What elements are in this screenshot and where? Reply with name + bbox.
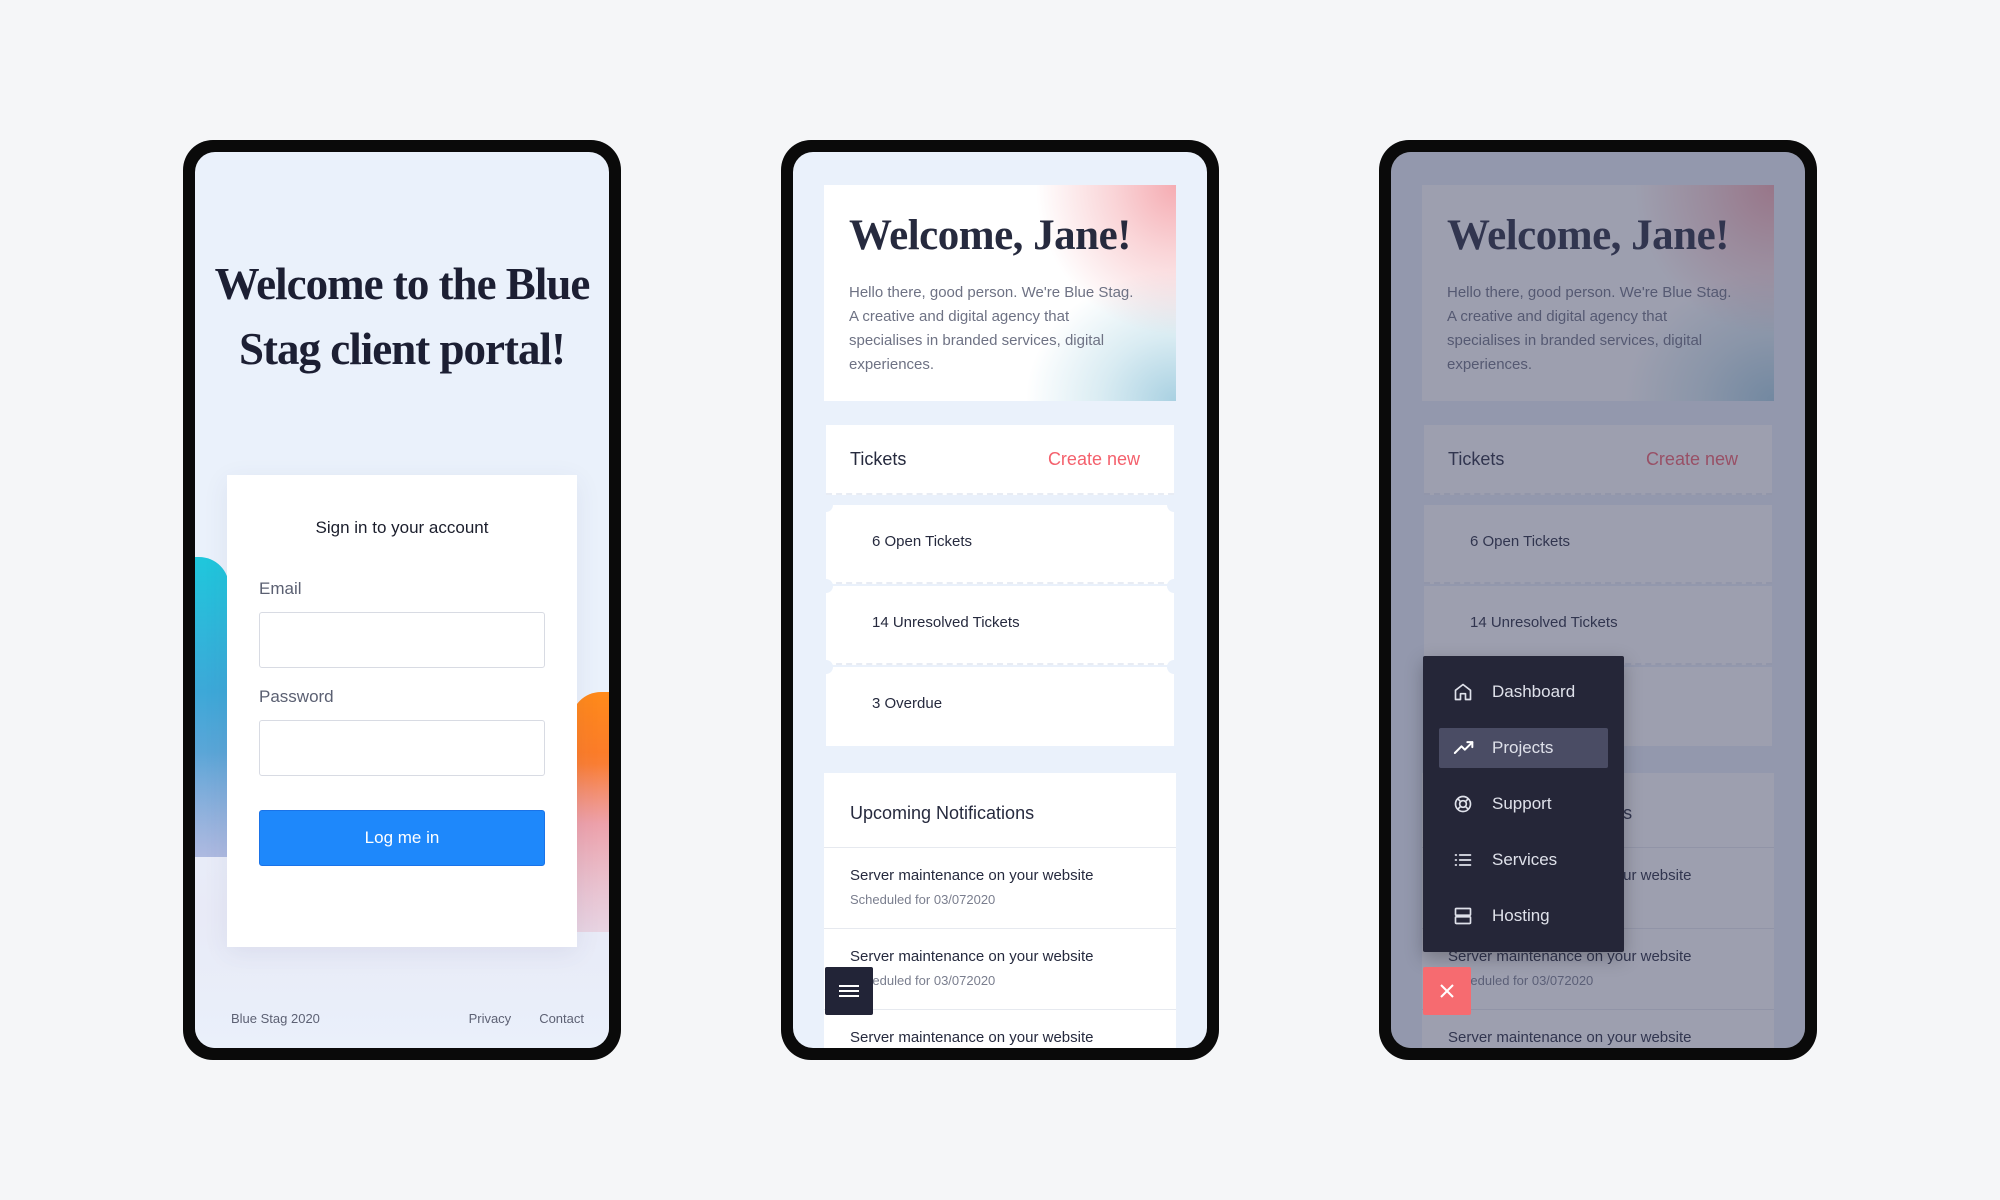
- notification-item[interactable]: Server maintenance on your website Sched…: [850, 948, 1093, 988]
- tickets-header: Tickets Create new: [826, 425, 1174, 495]
- nav-item-label: Services: [1492, 850, 1558, 869]
- welcome-title: Welcome, Jane!: [849, 212, 1131, 259]
- notifications-title: Upcoming Notifications: [850, 803, 1035, 823]
- login-footer: Blue Stag 2020 Privacy Contact: [231, 1011, 584, 1026]
- notification-subtitle: Scheduled for 03/072020: [850, 973, 996, 988]
- divider: [824, 1009, 1176, 1010]
- login-page-title: Welcome to the Blue Stag client portal!: [214, 259, 591, 374]
- ticket-row-open[interactable]: 6 Open Tickets: [826, 505, 1174, 584]
- ticket-notch: [819, 660, 833, 674]
- login-card: Sign in to your account Email Password L…: [227, 475, 577, 947]
- notification-title: Server maintenance on your website: [850, 1029, 1094, 1046]
- nav-item-services[interactable]: Services: [1439, 840, 1608, 880]
- login-card-title: Sign in to your account: [315, 518, 489, 537]
- ticket-notch: [819, 498, 833, 512]
- ticket-notch: [1167, 498, 1181, 512]
- nav-item-hosting[interactable]: Hosting: [1439, 896, 1608, 936]
- nav-item-label: Dashboard: [1492, 682, 1576, 701]
- ticket-row-label: 6 Open Tickets: [872, 533, 973, 550]
- phone-frame-login: Welcome to the Blue Stag client portal! …: [183, 140, 621, 1060]
- password-label: Password: [259, 687, 334, 706]
- welcome-text: Hello there, good person. We're Blue Sta…: [849, 284, 1134, 373]
- menu-toggle-button[interactable]: [825, 967, 873, 1015]
- email-label: Email: [259, 579, 302, 598]
- nav-item-dashboard[interactable]: Dashboard: [1439, 672, 1608, 712]
- ticket-notch: [819, 579, 833, 593]
- ticket-row-label: 3 Overdue: [872, 695, 943, 712]
- nav-item-label: Support: [1492, 794, 1552, 813]
- divider: [824, 928, 1176, 929]
- close-icon: [1440, 984, 1454, 998]
- ticket-row-overdue[interactable]: 3 Overdue: [826, 667, 1174, 746]
- list-icon: [1454, 854, 1472, 866]
- password-field[interactable]: [259, 720, 545, 776]
- tickets-title: Tickets: [850, 449, 907, 469]
- home-icon: [1454, 683, 1472, 701]
- trending-up-icon: [1453, 741, 1474, 754]
- privacy-link[interactable]: Privacy: [469, 1011, 512, 1026]
- divider: [824, 847, 1176, 848]
- ticket-notch: [1167, 660, 1181, 674]
- ticket-row-label: 14 Unresolved Tickets: [872, 614, 1020, 631]
- notification-subtitle: Scheduled for 03/072020: [850, 892, 996, 907]
- nav-item-label: Projects: [1492, 738, 1554, 757]
- lifebuoy-icon: [1454, 795, 1472, 813]
- login-screen: Welcome to the Blue Stag client portal! …: [195, 152, 609, 1048]
- nav-item-label: Hosting: [1492, 906, 1550, 925]
- notification-item[interactable]: Server maintenance on your website: [850, 1029, 1093, 1046]
- phone-frame-menu-open: Welcome, Jane! Hello there, good person.…: [1379, 140, 1817, 1060]
- notification-title: Server maintenance on your website: [850, 867, 1094, 884]
- close-menu-button[interactable]: [1423, 967, 1471, 1015]
- menu-open-screen: Welcome, Jane! Hello there, good person.…: [1391, 152, 1805, 1048]
- notification-title: Server maintenance on your website: [850, 948, 1094, 965]
- server-icon: [1454, 907, 1472, 925]
- hamburger-icon: [839, 985, 859, 997]
- nav-menu: Dashboard Projects Support Services Host…: [1423, 656, 1624, 952]
- email-field[interactable]: [259, 612, 545, 668]
- notification-item[interactable]: Server maintenance on your website Sched…: [850, 867, 1093, 907]
- nav-item-support[interactable]: Support: [1439, 784, 1608, 824]
- ticket-notch: [1167, 579, 1181, 593]
- phone-frame-dashboard: Welcome, Jane! Hello there, good person.…: [781, 140, 1219, 1060]
- nav-item-projects[interactable]: Projects: [1439, 728, 1608, 768]
- welcome-card: Welcome, Jane! Hello there, good person.…: [824, 185, 1176, 401]
- contact-link[interactable]: Contact: [539, 1011, 584, 1026]
- login-button[interactable]: Log me in: [259, 810, 545, 866]
- footer-brand: Blue Stag 2020: [231, 1011, 320, 1026]
- create-ticket-link[interactable]: Create new: [1048, 449, 1140, 470]
- dashboard-screen: Welcome, Jane! Hello there, good person.…: [793, 152, 1207, 1048]
- tickets-card: Tickets Create new 6 Open Tickets 14 Unr…: [819, 425, 1181, 747]
- ticket-row-unresolved[interactable]: 14 Unresolved Tickets: [826, 586, 1174, 665]
- notifications-card: Upcoming Notifications Server maintenanc…: [824, 773, 1176, 1048]
